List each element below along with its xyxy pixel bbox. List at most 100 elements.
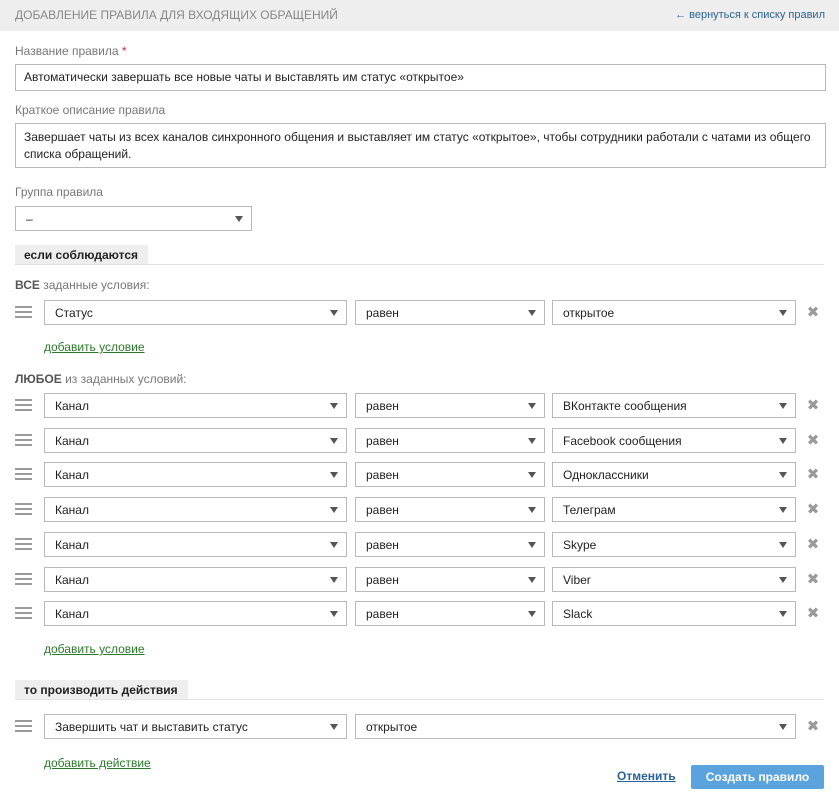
condition-operator-value: равен <box>366 573 399 587</box>
action-value-select[interactable]: открытое <box>355 714 796 739</box>
remove-condition-icon[interactable]: ✖ <box>806 502 820 517</box>
condition-operator-value: равен <box>366 434 399 448</box>
chevron-down-icon <box>779 611 787 617</box>
remove-condition-icon[interactable]: ✖ <box>806 305 820 320</box>
actions-section-header: то производить действия <box>15 680 824 700</box>
add-condition-any-link[interactable]: добавить условие <box>44 642 145 656</box>
condition-field-select[interactable]: Канал <box>44 393 347 418</box>
chevron-down-icon <box>779 724 787 730</box>
drag-handle-icon[interactable] <box>15 503 32 515</box>
any-conditions-label: ЛЮБОЕ из заданных условий: <box>15 372 187 386</box>
back-to-rules-link[interactable]: ← вернуться к списку правил <box>675 9 825 21</box>
remove-condition-icon[interactable]: ✖ <box>806 433 820 448</box>
chevron-down-icon <box>779 438 787 444</box>
condition-value-value: ВКонтакте сообщения <box>563 399 687 413</box>
condition-field-select[interactable]: Канал <box>44 532 347 557</box>
condition-operator-value: равен <box>366 399 399 413</box>
rule-description-textarea[interactable]: Завершает чаты из всех каналов синхронно… <box>15 123 826 168</box>
cancel-button[interactable]: Отменить <box>617 769 676 783</box>
chevron-down-icon <box>330 724 338 730</box>
chevron-down-icon <box>330 542 338 548</box>
drag-handle-icon[interactable] <box>15 538 32 550</box>
rule-group-value: – <box>26 212 33 226</box>
condition-field-select[interactable]: Канал <box>44 567 347 592</box>
condition-value-value: Одноклассники <box>563 468 649 482</box>
condition-value-select[interactable]: Viber <box>552 567 796 592</box>
condition-field-value: Канал <box>55 468 89 482</box>
chevron-down-icon <box>779 403 787 409</box>
condition-field-value: Статус <box>55 306 93 320</box>
condition-field-select[interactable]: Канал <box>44 497 347 522</box>
chevron-down-icon <box>330 611 338 617</box>
condition-value-select[interactable]: Skype <box>552 532 796 557</box>
drag-handle-icon[interactable] <box>15 573 32 585</box>
remove-condition-icon[interactable]: ✖ <box>806 572 820 587</box>
create-rule-button[interactable]: Создать правило <box>691 765 824 789</box>
chevron-down-icon <box>779 310 787 316</box>
condition-value-select[interactable]: ВКонтакте сообщения <box>552 393 796 418</box>
remove-action-icon[interactable]: ✖ <box>806 719 820 734</box>
condition-operator-select[interactable]: равен <box>355 601 545 626</box>
conditions-section-header: если соблюдаются <box>15 245 824 265</box>
condition-value-select[interactable]: Одноклассники <box>552 462 796 487</box>
condition-value-value: Facebook сообщения <box>563 434 682 448</box>
action-type-value: Завершить чат и выставить статус <box>55 720 248 734</box>
action-type-select[interactable]: Завершить чат и выставить статус <box>44 714 347 739</box>
rule-group-select[interactable]: – <box>15 206 252 231</box>
remove-condition-icon[interactable]: ✖ <box>806 537 820 552</box>
remove-condition-icon[interactable]: ✖ <box>806 606 820 621</box>
chevron-down-icon <box>330 507 338 513</box>
actions-section-title: то производить действия <box>15 680 188 699</box>
condition-value-select[interactable]: открытое <box>552 300 796 325</box>
chevron-down-icon <box>528 403 536 409</box>
add-condition-all-link[interactable]: добавить условие <box>44 340 145 354</box>
chevron-down-icon <box>330 438 338 444</box>
chevron-down-icon <box>330 472 338 478</box>
condition-field-select[interactable]: Канал <box>44 462 347 487</box>
condition-operator-select[interactable]: равен <box>355 532 545 557</box>
condition-value-value: открытое <box>563 306 615 320</box>
drag-handle-icon[interactable] <box>15 434 32 446</box>
condition-operator-select[interactable]: равен <box>355 497 545 522</box>
rule-name-input[interactable]: Автоматически завершать все новые чаты и… <box>15 64 826 91</box>
chevron-down-icon <box>330 403 338 409</box>
condition-value-select[interactable]: Телеграм <box>552 497 796 522</box>
condition-operator-select[interactable]: равен <box>355 462 545 487</box>
condition-operator-select[interactable]: равен <box>355 428 545 453</box>
chevron-down-icon <box>528 611 536 617</box>
drag-handle-icon[interactable] <box>15 306 32 318</box>
chevron-down-icon <box>330 310 338 316</box>
condition-operator-value: равен <box>366 468 399 482</box>
rule-description-label: Краткое описание правила <box>15 103 166 117</box>
chevron-down-icon <box>779 472 787 478</box>
page-title: ДОБАВЛЕНИЕ ПРАВИЛА ДЛЯ ВХОДЯЩИХ ОБРАЩЕНИ… <box>15 8 338 22</box>
rule-name-label: Название правила * <box>15 44 127 58</box>
chevron-down-icon <box>235 216 243 222</box>
drag-handle-icon[interactable] <box>15 720 32 732</box>
condition-field-select[interactable]: Канал <box>44 601 347 626</box>
condition-value-select[interactable]: Slack <box>552 601 796 626</box>
condition-field-value: Канал <box>55 399 89 413</box>
condition-field-value: Канал <box>55 607 89 621</box>
rule-name-label-text: Название правила <box>15 44 119 58</box>
drag-handle-icon[interactable] <box>15 468 32 480</box>
condition-value-value: Slack <box>563 607 593 621</box>
condition-field-select[interactable]: Канал <box>44 428 347 453</box>
remove-condition-icon[interactable]: ✖ <box>806 398 820 413</box>
condition-field-value: Канал <box>55 503 89 517</box>
all-conditions-label-strong: ВСЕ <box>15 278 40 292</box>
chevron-down-icon <box>528 438 536 444</box>
add-action-link[interactable]: добавить действие <box>44 756 151 770</box>
condition-operator-select[interactable]: равен <box>355 300 545 325</box>
condition-value-select[interactable]: Facebook сообщения <box>552 428 796 453</box>
condition-operator-value: равен <box>366 607 399 621</box>
drag-handle-icon[interactable] <box>15 607 32 619</box>
remove-condition-icon[interactable]: ✖ <box>806 467 820 482</box>
condition-operator-select[interactable]: равен <box>355 393 545 418</box>
any-conditions-label-rest: из заданных условий: <box>61 372 187 386</box>
condition-field-select[interactable]: Статус <box>44 300 347 325</box>
drag-handle-icon[interactable] <box>15 399 32 411</box>
chevron-down-icon <box>528 472 536 478</box>
condition-value-value: Viber <box>563 573 591 587</box>
condition-operator-select[interactable]: равен <box>355 567 545 592</box>
